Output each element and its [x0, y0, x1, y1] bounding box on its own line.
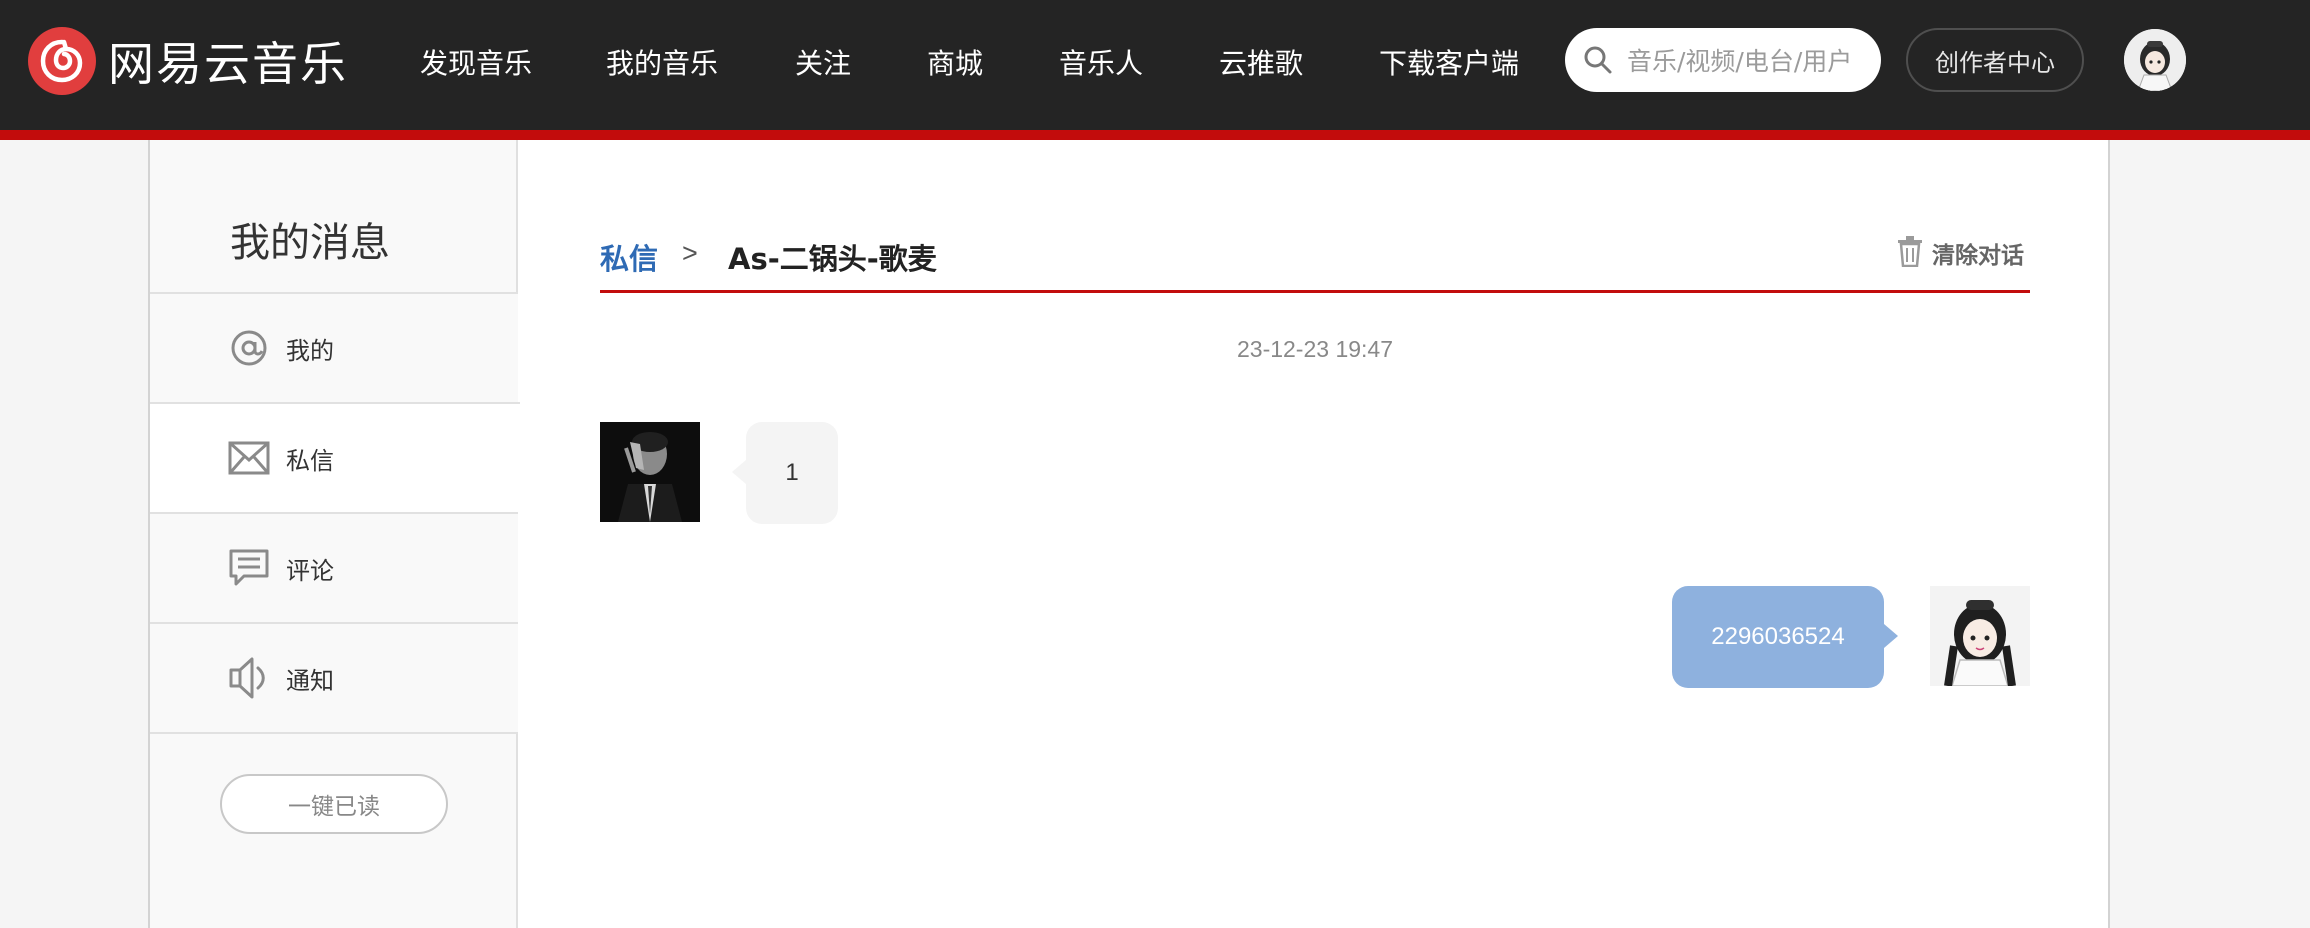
trash-icon: [1896, 235, 1924, 272]
outgoing-bubble-tail: [1884, 624, 1898, 648]
logo-icon: [28, 27, 96, 95]
at-icon: [228, 327, 270, 369]
outgoing-message: 2296036524: [1672, 586, 1884, 688]
clear-conversation-button[interactable]: 清除对话: [1896, 235, 2024, 272]
conversation-title: As-二锅头-歌麦: [728, 242, 937, 276]
my-avatar[interactable]: [1930, 586, 2030, 686]
sender-avatar[interactable]: [600, 422, 700, 522]
sidebar-divider: [150, 732, 518, 734]
nav-follow[interactable]: 关注: [795, 42, 851, 82]
user-avatar[interactable]: [2124, 29, 2186, 91]
sidebar-item-mine[interactable]: 我的: [150, 292, 518, 402]
site-logo[interactable]: 网易云音乐: [28, 26, 348, 96]
nav-discover-music[interactable]: 发现音乐: [420, 42, 532, 82]
mark-all-read-button[interactable]: 一键已读: [220, 774, 448, 834]
sidebar-item-label: 我的: [286, 336, 334, 365]
mail-icon: [228, 437, 270, 479]
nav-my-music[interactable]: 我的音乐: [606, 42, 718, 82]
comment-icon: [228, 547, 270, 589]
logo-text: 网易云音乐: [108, 37, 348, 91]
message-page: 我的消息 我的 私信 评论 通知 一键已读 私信 > As-二锅头-歌麦 清除对…: [148, 140, 2110, 928]
incoming-bubble-tail: [732, 460, 746, 484]
search-input[interactable]: 音乐/视频/电台/用户: [1627, 42, 1852, 78]
search-icon: [1583, 45, 1613, 75]
clear-conversation-label: 清除对话: [1932, 243, 2024, 269]
breadcrumb-separator: >: [682, 238, 698, 268]
sidebar-item-label: 通知: [286, 666, 334, 695]
speaker-icon: [228, 657, 270, 699]
message-sidebar: 我的消息 我的 私信 评论 通知 一键已读: [150, 140, 520, 928]
sidebar-item-private-message[interactable]: 私信: [150, 402, 520, 512]
top-nav-bar: 网易云音乐 发现音乐 我的音乐 关注 商城 音乐人 云推歌 下载客户端 音乐/视…: [0, 0, 2310, 130]
breadcrumb-private-messages[interactable]: 私信: [600, 236, 658, 278]
conversation-header-divider: [600, 290, 2030, 293]
nav-musician[interactable]: 音乐人: [1059, 42, 1143, 82]
nav-store[interactable]: 商城: [927, 42, 983, 82]
search-box[interactable]: 音乐/视频/电台/用户: [1565, 28, 1881, 92]
creator-center-button[interactable]: 创作者中心: [1906, 28, 2084, 92]
incoming-message: 1: [746, 422, 838, 524]
nav-cloud-promote[interactable]: 云推歌: [1219, 42, 1303, 82]
header-accent-line: [0, 130, 2310, 140]
sidebar-item-notifications[interactable]: 通知: [150, 622, 518, 732]
nav-download-client[interactable]: 下载客户端: [1379, 42, 1519, 82]
sidebar-item-comments[interactable]: 评论: [150, 512, 518, 622]
sidebar-item-label: 私信: [286, 446, 334, 475]
sidebar-item-label: 评论: [286, 556, 334, 585]
message-timestamp: 23-12-23 19:47: [1236, 336, 1393, 362]
sidebar-title: 我的消息: [230, 220, 390, 266]
